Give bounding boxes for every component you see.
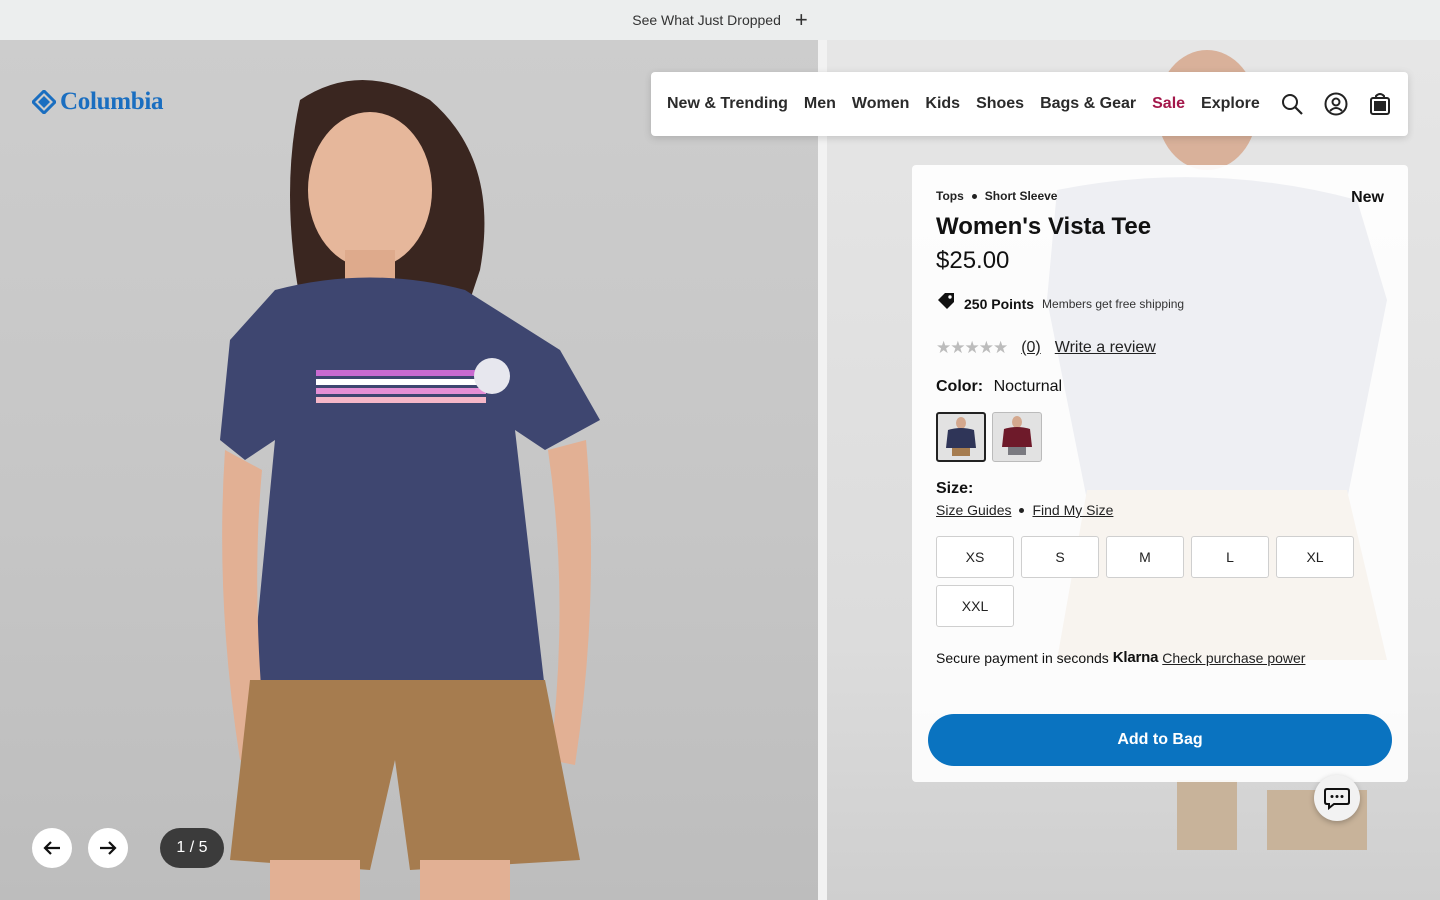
add-to-bag-button[interactable]: Add to Bag xyxy=(928,714,1392,766)
nav-bags-gear[interactable]: Bags & Gear xyxy=(1040,95,1136,113)
swatch-nocturnal[interactable] xyxy=(936,412,986,462)
gallery-counter: 1 / 5 xyxy=(160,828,224,868)
breadcrumb-short-sleeve[interactable]: Short Sleeve xyxy=(985,189,1058,203)
nav-explore[interactable]: Explore xyxy=(1201,95,1260,113)
product-info-panel: Tops Short Sleeve New Women's Vista Tee … xyxy=(912,165,1408,782)
arrow-left-icon xyxy=(43,841,60,855)
breadcrumb-separator xyxy=(971,193,977,199)
promo-text[interactable]: See What Just Dropped xyxy=(632,12,781,28)
gallery-divider xyxy=(818,40,827,900)
size-guides-link[interactable]: Size Guides xyxy=(936,502,1011,518)
find-my-size-link[interactable]: Find My Size xyxy=(1032,502,1113,518)
chat-icon xyxy=(1324,788,1350,810)
arrow-right-icon xyxy=(100,841,117,855)
main-nav: New & Trending Men Women Kids Shoes Bags… xyxy=(651,72,1408,136)
size-links: Size Guides Find My Size xyxy=(936,502,1384,518)
klarna-row: Secure payment in seconds Klarna Check p… xyxy=(936,649,1384,666)
klarna-text: Secure payment in seconds xyxy=(936,649,1109,666)
shipping-note: Members get free shipping xyxy=(1042,296,1185,311)
swatch-red-image xyxy=(1002,416,1032,455)
size-label: Size: xyxy=(936,480,974,497)
swatch-red[interactable] xyxy=(992,412,1042,462)
size-m-button[interactable]: M xyxy=(1106,536,1184,578)
shopping-bag-icon[interactable] xyxy=(1368,92,1392,116)
review-count[interactable]: (0) xyxy=(1021,339,1041,357)
columbia-logo[interactable]: Columbia xyxy=(32,88,163,116)
color-label: Color: xyxy=(936,378,984,395)
size-l-button[interactable]: L xyxy=(1191,536,1269,578)
star-rating-icon: ★★★★★ xyxy=(936,338,1008,357)
color-swatches xyxy=(936,412,1384,462)
breadcrumb: Tops Short Sleeve xyxy=(936,189,1384,203)
product-title: Women's Vista Tee xyxy=(936,213,1152,240)
nav-new-trending[interactable]: New & Trending xyxy=(667,95,788,113)
gallery-prev-button[interactable] xyxy=(32,828,72,868)
points-row: 250 Points Members get free shipping xyxy=(936,291,1384,316)
nav-shoes[interactable]: Shoes xyxy=(976,95,1024,113)
rating-row: ★★★★★ (0) Write a review xyxy=(936,338,1384,358)
size-options: XS S M L XL XXL xyxy=(936,536,1356,627)
size-xl-button[interactable]: XL xyxy=(1276,536,1354,578)
gallery-next-button[interactable] xyxy=(88,828,128,868)
size-s-button[interactable]: S xyxy=(1021,536,1099,578)
size-xxl-button[interactable]: XXL xyxy=(936,585,1014,627)
new-badge: New xyxy=(1351,189,1384,206)
plus-icon[interactable]: + xyxy=(795,9,808,31)
account-icon[interactable] xyxy=(1324,92,1348,116)
klarna-logo: Klarna xyxy=(1112,649,1159,666)
color-row: Color: Nocturnal xyxy=(936,378,1384,396)
nav-men[interactable]: Men xyxy=(804,95,836,113)
search-icon[interactable] xyxy=(1280,92,1304,116)
size-links-separator xyxy=(1019,507,1025,513)
write-review-link[interactable]: Write a review xyxy=(1055,339,1156,357)
size-xs-button[interactable]: XS xyxy=(936,536,1014,578)
breadcrumb-tops[interactable]: Tops xyxy=(936,189,964,203)
tag-icon xyxy=(936,291,956,316)
logo-text: Columbia xyxy=(60,88,164,115)
nav-kids[interactable]: Kids xyxy=(925,95,960,113)
color-value: Nocturnal xyxy=(993,378,1063,395)
check-purchase-power-link[interactable]: Check purchase power xyxy=(1162,650,1305,666)
promo-bar[interactable]: See What Just Dropped + xyxy=(0,0,1440,40)
nav-sale[interactable]: Sale xyxy=(1152,95,1185,113)
chat-button[interactable] xyxy=(1314,775,1360,821)
reward-points: 250 Points xyxy=(964,295,1035,312)
product-price: $25.00 xyxy=(936,247,1010,274)
product-image-main xyxy=(0,40,818,900)
nav-women[interactable]: Women xyxy=(852,95,909,113)
model-front-image xyxy=(220,80,600,900)
swatch-nocturnal-image xyxy=(946,417,976,456)
columbia-diamond-icon xyxy=(32,90,56,114)
